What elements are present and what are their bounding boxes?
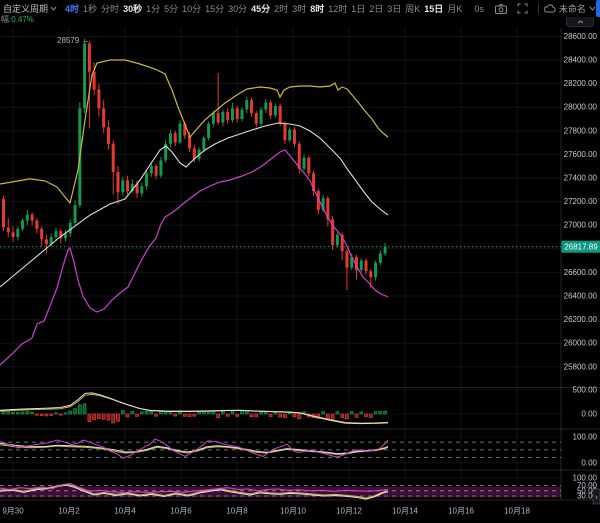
period-15分[interactable]: 15分 <box>205 2 224 15</box>
period-2日[interactable]: 2日 <box>369 2 383 15</box>
svg-text:26400.00: 26400.00 <box>564 292 598 301</box>
svg-text:100.00: 100.00 <box>573 433 598 442</box>
svg-text:25800.00: 25800.00 <box>564 362 598 371</box>
svg-text:0.00: 0.00 <box>581 458 597 467</box>
cloud-icon <box>544 4 556 13</box>
period-15日[interactable]: 15日 <box>424 2 443 15</box>
svg-text:0.00: 0.00 <box>581 410 597 419</box>
svg-text:28579 →: 28579 → <box>57 36 89 45</box>
svg-text:10月2: 10月2 <box>58 507 80 516</box>
chevron-down-icon <box>50 6 57 11</box>
svg-text:26200.00: 26200.00 <box>564 315 598 324</box>
chart-toolbar: 自定义周期 4时1秒分时30秒1分5分10分15分30分45分2时3时8时12时… <box>0 0 600 17</box>
amplitude-label: 幅: <box>1 15 11 24</box>
toolbar-divider <box>538 3 539 14</box>
layout-name: 未命名 <box>559 2 586 15</box>
camera-icon <box>495 4 507 14</box>
price-chart-canvas[interactable]: 28579 → 28600.00 28400.00 28200.00 28000.00 2… <box>0 0 600 523</box>
toolbar-collapse-button[interactable] <box>566 17 594 27</box>
svg-text:9月30: 9月30 <box>2 507 24 516</box>
fullscreen-icon <box>517 3 528 14</box>
period-30分[interactable]: 30分 <box>228 2 247 15</box>
amplitude-value: 0.47% <box>11 15 34 24</box>
svg-text:26600.00: 26600.00 <box>564 268 598 277</box>
svg-text:27400.00: 27400.00 <box>564 174 598 183</box>
period-5分[interactable]: 5分 <box>164 2 178 15</box>
svg-text:27000.00: 27000.00 <box>564 221 598 230</box>
svg-text:26817.89: 26817.89 <box>564 243 598 252</box>
place-order-button[interactable]: 下单 <box>596 0 600 17</box>
svg-text:10月16: 10月16 <box>448 507 474 516</box>
last-price-badge: 26817.89 <box>562 241 600 253</box>
panel-expand-button[interactable]: › <box>593 489 600 504</box>
period-10分[interactable]: 10分 <box>182 2 201 15</box>
period-3时[interactable]: 3时 <box>292 2 306 15</box>
amplitude-readout: 幅:0.47% <box>1 14 34 25</box>
svg-text:10月4: 10月4 <box>114 507 136 516</box>
layout-dropdown[interactable]: 未命名 <box>544 2 596 15</box>
svg-text:26000.00: 26000.00 <box>564 339 598 348</box>
period-3日[interactable]: 3日 <box>387 2 401 15</box>
svg-text:28600.00: 28600.00 <box>564 32 598 41</box>
svg-text:28400.00: 28400.00 <box>564 56 598 65</box>
svg-text:500.00: 500.00 <box>573 386 598 395</box>
svg-text:10月12: 10月12 <box>336 507 362 516</box>
svg-text:27800.00: 27800.00 <box>564 126 598 135</box>
svg-text:10月18: 10月18 <box>504 507 530 516</box>
trading-app: { "header": { "custom_period_label": "自定… <box>0 0 600 523</box>
fullscreen-button[interactable] <box>517 3 528 14</box>
period-1日[interactable]: 1日 <box>351 2 365 15</box>
svg-text:10月10: 10月10 <box>280 507 306 516</box>
period-月K[interactable]: 月K <box>447 2 462 15</box>
svg-text:10月6: 10月6 <box>170 507 192 516</box>
period-30秒[interactable]: 30秒 <box>123 2 142 15</box>
period-1秒[interactable]: 1秒 <box>83 2 97 15</box>
svg-text:28200.00: 28200.00 <box>564 79 598 88</box>
svg-text:›: › <box>595 493 598 502</box>
period-45分[interactable]: 45分 <box>251 2 270 15</box>
screenshot-button[interactable] <box>495 4 507 14</box>
period-2时[interactable]: 2时 <box>274 2 288 15</box>
period-分时[interactable]: 分时 <box>101 2 119 15</box>
period-1分[interactable]: 1分 <box>146 2 160 15</box>
chevron-down-icon <box>589 6 596 11</box>
svg-text:10月8: 10月8 <box>226 507 248 516</box>
bar-countdown: 0s <box>474 4 484 14</box>
period-12时[interactable]: 12时 <box>328 2 347 15</box>
svg-text:27200.00: 27200.00 <box>564 197 598 206</box>
svg-text:28000.00: 28000.00 <box>564 103 598 112</box>
svg-text:10月14: 10月14 <box>392 507 418 516</box>
svg-text:27600.00: 27600.00 <box>564 150 598 159</box>
period-selector: 4时 1秒分时 30秒 1分 5分 10分 15分 30分 45分 2时 3时 8时 12时 1日 2日 3日… <box>63 2 464 15</box>
chevron-up-icon <box>577 20 584 24</box>
period-4时[interactable]: 4时 <box>65 2 79 15</box>
period-周K[interactable]: 周K <box>405 2 420 15</box>
period-8时[interactable]: 8时 <box>310 2 324 15</box>
